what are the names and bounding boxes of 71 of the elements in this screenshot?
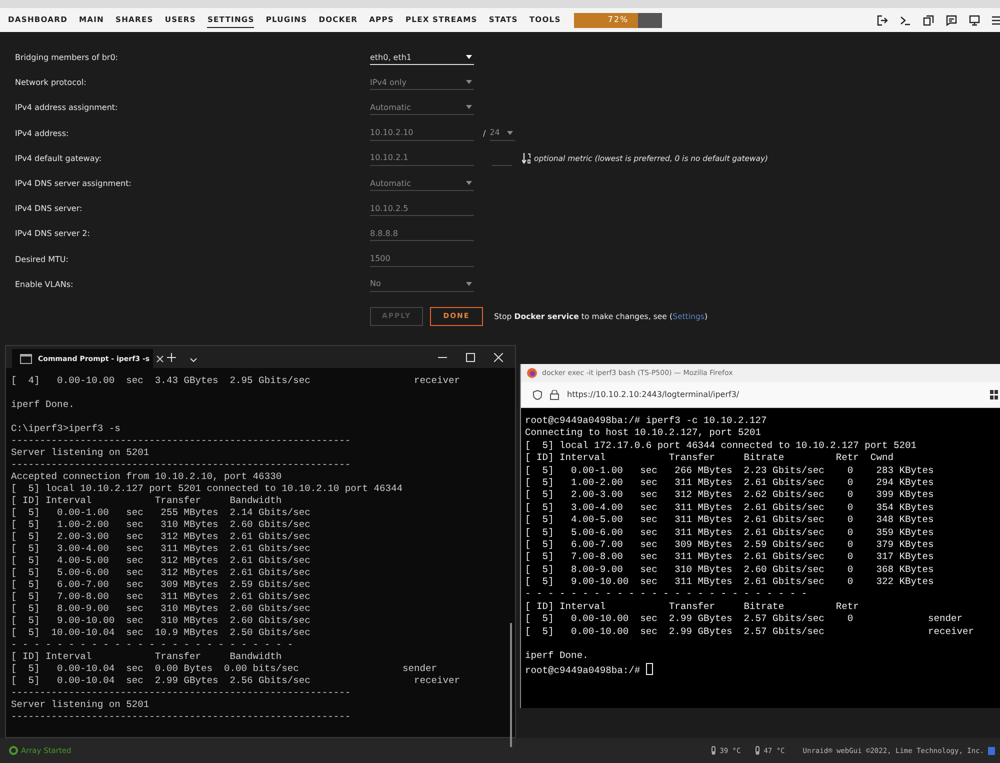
field-label: Enable VLANs: [15, 280, 74, 289]
terminal-line: [ 5] 3.00-4.00 sec 311 MBytes 2.61 Gbits/sec [11, 543, 312, 555]
terminal-line: [ 5] 2.00-3.00 sec 312 MBytes 2.62 Gbits/sec 0 399 KBytes [525, 489, 935, 502]
terminal-line: [ 5] 6.00-7.00 sec 309 MBytes 2.59 Gbits/sec 0 379 KBytes [525, 538, 935, 552]
terminal-line: [ ID] Interval Transfer Bandwidth [11, 651, 283, 663]
terminal-line: [ 5] 10.00-10.04 sec 10.9 MBytes 2.50 Gbits/sec [11, 627, 312, 639]
field-label: IPv4 address assignment: [15, 103, 119, 112]
terminal-line: [ 5] 0.00-10.04 sec 2.99 GBytes 2.56 Gbits/sec receiver [11, 675, 462, 687]
terminal-line: - - - - - - - - - - - - - - - - - - - - - - - - - [525, 588, 808, 601]
field-label: IPv4 DNS server 2: [15, 229, 91, 238]
terminal-line: [ 5] 0.00-10.00 sec 2.99 GBytes 2.57 Gbits/sec receiver [525, 626, 976, 638]
terminal-line: [ 5] 8.00-9.00 sec 310 MBytes 2.60 Gbits/sec [11, 603, 312, 615]
input-field[interactable]: 1500 [370, 252, 474, 267]
terminal-line: - - - - - - - - - - - - - - - - - - - - - - - - - [11, 639, 294, 651]
terminal-line: [ 5] 5.00-6.00 sec 312 MBytes 2.61 Gbits/sec [11, 567, 312, 579]
terminal-line: [ 5] 1.00-2.00 sec 310 MBytes 2.60 Gbits/sec [11, 519, 312, 531]
terminal-line: [ 5] 0.00-10.04 sec 0.00 Bytes 0.00 bits/sec sender [11, 663, 438, 675]
field-label: Desired MTU: [15, 254, 70, 264]
terminal-line: [ 5] 5.00-6.00 sec 311 MBytes 2.61 Gbits/sec 0 359 KBytes [525, 526, 935, 539]
terminal-line: [ 5] 4.00-5.00 sec 311 MBytes 2.61 Gbits/sec 0 348 KBytes [525, 514, 935, 527]
field-label: IPv4 default gateway: [15, 154, 103, 163]
terminal-line: [ ID] Interval Transfer Bitrate Retr Cwnd [525, 452, 894, 465]
terminal-line: [ 5] 9.00-10.00 sec 311 MBytes 2.61 Gbits/sec 0 322 KBytes [525, 576, 935, 588]
terminal-line: [ 4] 0.00-10.00 sec 3.43 GBytes 2.95 Gbits/sec receiver [11, 375, 462, 387]
terminal-line: [ 5] 0.00-1.00 sec 266 MBytes 2.23 Gbits/sec 0 283 KBytes [525, 464, 935, 477]
terminal-line: ----------------------------------------------------------- [11, 459, 352, 471]
field-label: IPv4 address: [15, 128, 70, 138]
terminal-line: [ 5] 0.00-1.00 sec 255 MBytes 2.14 Gbits/sec [11, 507, 312, 519]
terminal-line: root@c9449a0498ba:/# [525, 664, 640, 676]
terminal-line: Accepted connection from 10.10.2.10, port 46330 [11, 471, 283, 483]
usage-text: 72% [606, 14, 630, 24]
terminal-line: ----------------------------------------------------------- [11, 435, 352, 447]
terminal-line: C:\iperf3>iperf3 -s [11, 423, 122, 435]
terminal-line: ----------------------------------------------------------- [11, 711, 352, 723]
select-field[interactable]: Automatic [370, 176, 474, 192]
terminal-line: [ 5] 7.00-8.00 sec 311 MBytes 2.61 Gbits/sec 0 317 KBytes [525, 551, 935, 564]
input-field[interactable]: 10.10.2.1 [370, 150, 474, 166]
input-field[interactable]: 8.8.8.8 [370, 226, 474, 242]
terminal-line: [ 5] local 10.10.2.127 port 5201 connected to 10.10.2.10 port 46344 [11, 483, 404, 495]
separator-text: / [483, 128, 486, 138]
terminal-line: Server listening on 5201 [11, 699, 150, 711]
terminal-line: [ 5] 7.00-8.00 sec 311 MBytes 2.61 Gbits/sec [11, 591, 312, 603]
field-label: Bridging members of br0: [15, 53, 119, 62]
terminal-line: iperf Done. [11, 399, 76, 411]
terminal-line: Server listening on 5201 [11, 447, 150, 459]
terminal-line: [ 5] 9.00-10.00 sec 310 MBytes 2.60 Gbits/sec [11, 615, 312, 627]
terminal-line: [ 5] 1.00-2.00 sec 311 MBytes 2.61 Gbits/sec 0 294 KBytes [525, 476, 935, 490]
terminal-line: [ ID] Interval Transfer Bandwidth [11, 495, 283, 507]
select-field[interactable]: 24 [490, 126, 515, 141]
terminal-line: Connecting to host 10.10.2.127, port 5201 [525, 427, 762, 440]
terminal-line: iperf Done. [525, 650, 590, 663]
terminal-line: ----------------------------------------------------------- [11, 687, 352, 699]
field-label: Network protocol: [15, 78, 88, 88]
url-field[interactable]: https://10.10.2.10:2443/logterminal/iperf3/ [567, 390, 740, 399]
terminal-line: [ 5] 2.00-3.00 sec 312 MBytes 2.61 Gbits/sec [11, 531, 312, 543]
terminal-line: [ 5] 0.00-10.00 sec 2.99 GBytes 2.57 Gbits/sec 0 sender [525, 613, 964, 626]
field-label: IPv4 DNS server assignment: [15, 179, 132, 188]
terminal-line: root@c9449a0498ba:/# iperf3 -c 10.10.2.127 [525, 415, 768, 428]
input-field[interactable]: 10.10.2.5 [370, 201, 474, 216]
select-field[interactable]: eth0, eth1 [370, 50, 474, 66]
select-field[interactable]: No [370, 276, 474, 292]
terminal-line: [ 5] 8.00-9.00 sec 310 MBytes 2.60 Gbits/sec 0 368 KBytes [525, 564, 935, 576]
field-label: IPv4 DNS server: [15, 204, 84, 214]
terminal-line: [ 5] 6.00-7.00 sec 309 MBytes 2.59 Gbits/sec [11, 579, 312, 591]
terminal-line: [ ID] Interval Transfer Bitrate Retr [525, 600, 860, 614]
select-field[interactable]: IPv4 only [370, 75, 474, 90]
terminal-line: [ 5] 3.00-4.00 sec 311 MBytes 2.61 Gbits/sec 0 354 KBytes [525, 502, 935, 514]
terminal-line: [ 5] local 172.17.0.6 port 46344 connected to 10.10.2.127 port 5201 [525, 440, 918, 452]
input-field[interactable]: 10.10.2.10 [370, 126, 474, 141]
select-field[interactable]: Automatic [370, 100, 474, 116]
terminal-line: [ 5] 4.00-5.00 sec 312 MBytes 2.61 Gbits/sec [11, 555, 312, 567]
